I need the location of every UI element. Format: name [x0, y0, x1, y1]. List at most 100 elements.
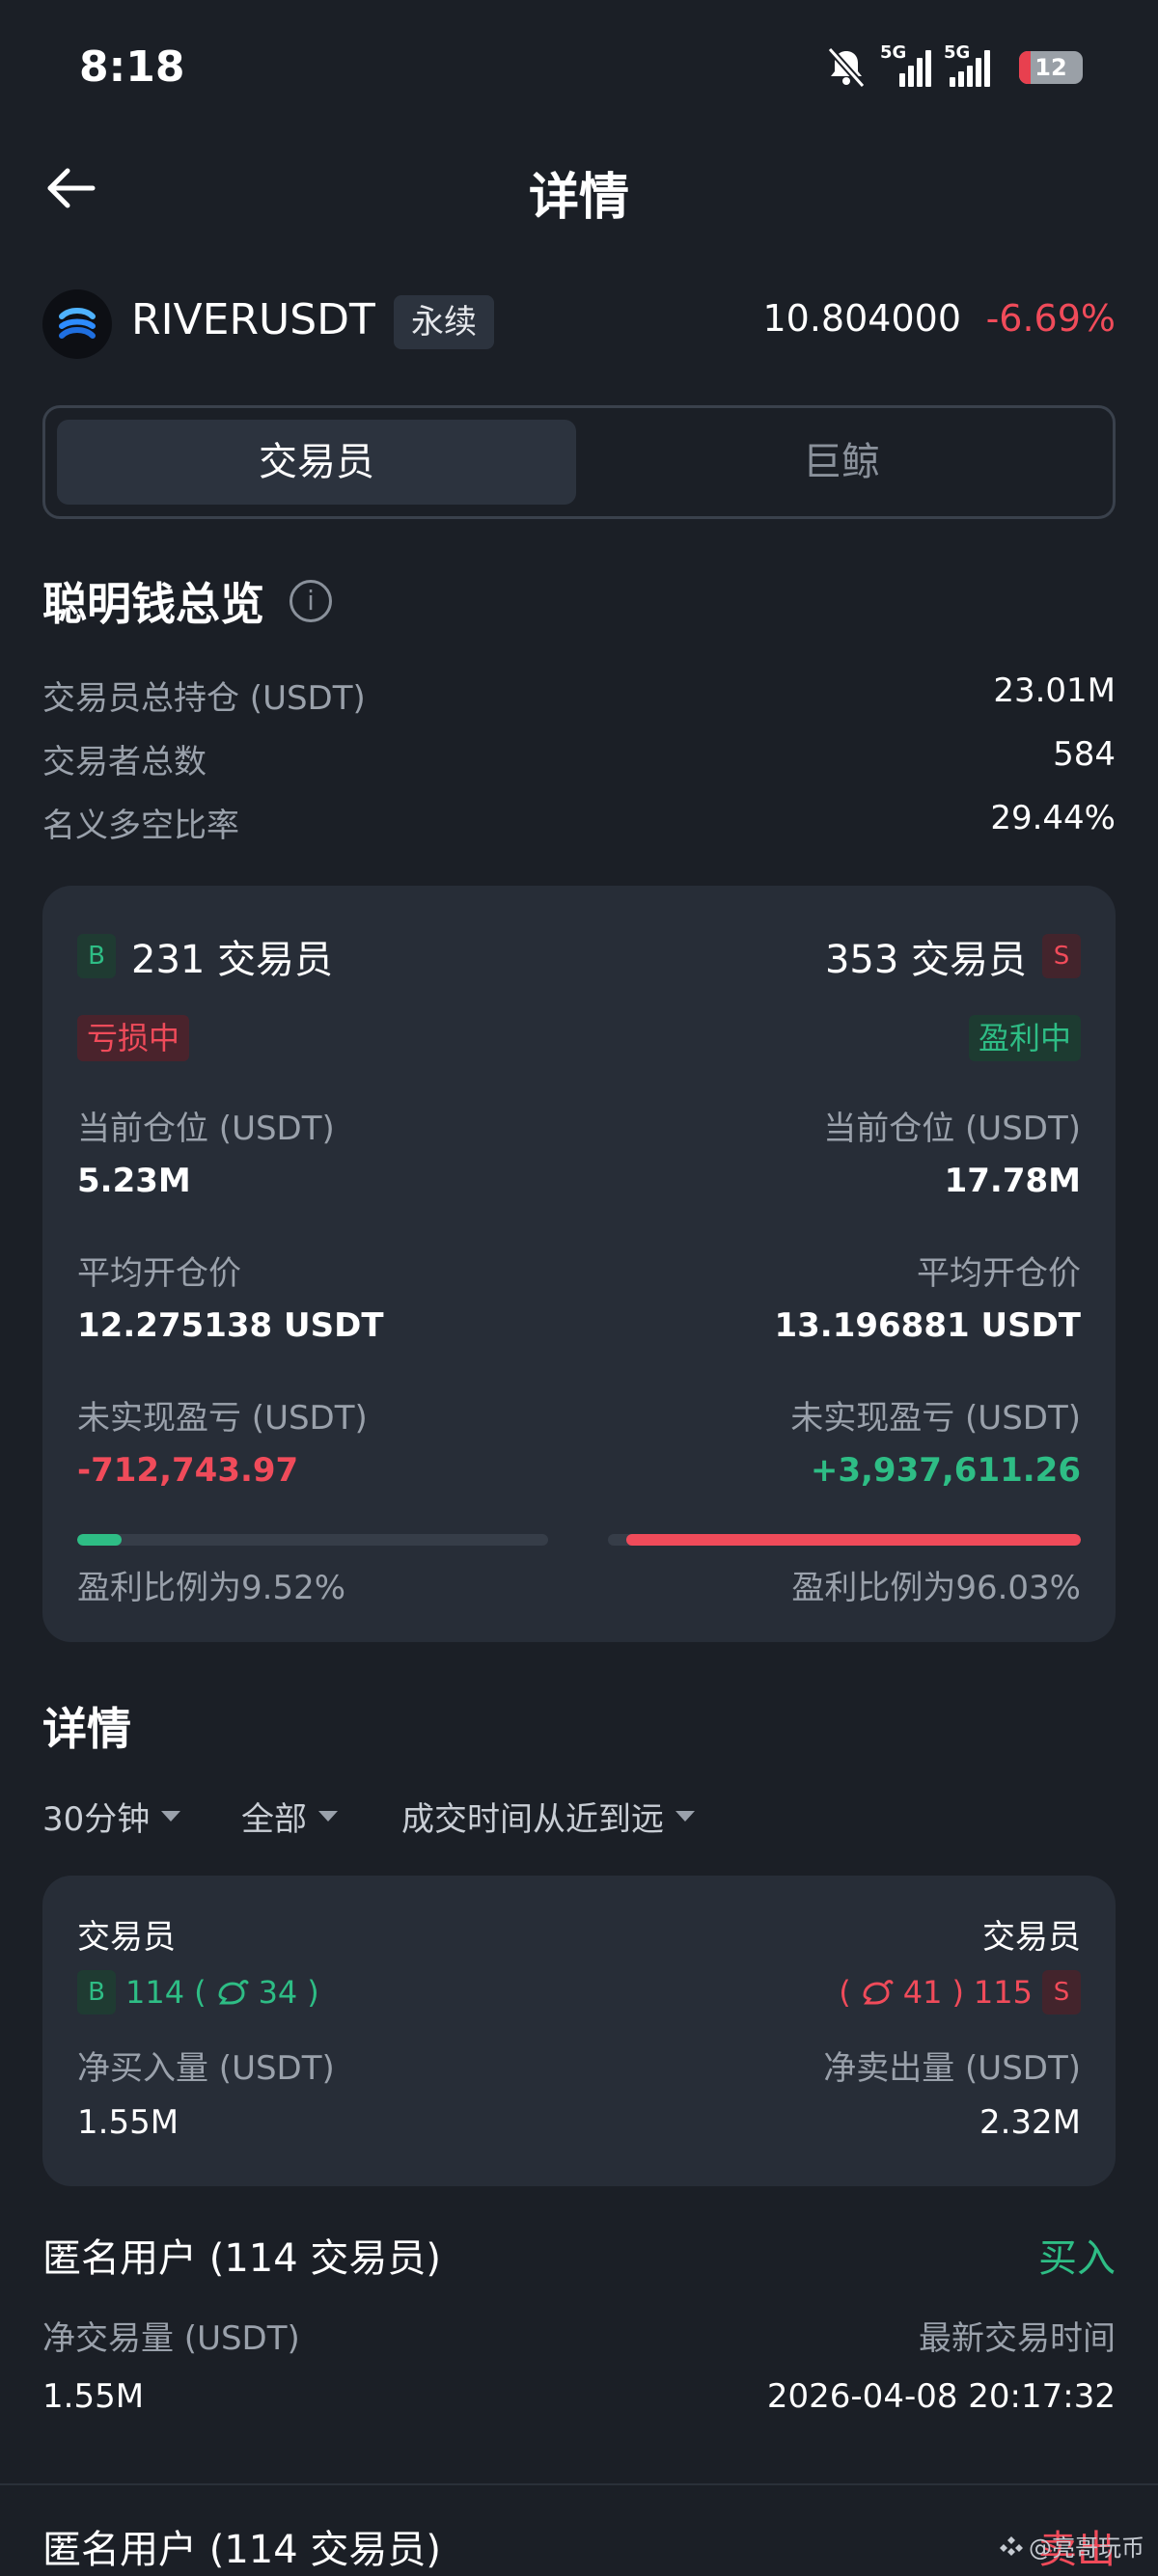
- header: 详情: [0, 145, 1158, 232]
- coin-logo-icon: [42, 289, 112, 359]
- long-position-value: 5.23M: [77, 1162, 191, 1200]
- buy-whale-count: 34: [258, 1974, 298, 2011]
- buy-side-title: 交易员: [77, 1918, 176, 1957]
- long-profit-ratio-text: 盈利比例为9.52%: [77, 1569, 346, 1607]
- net-sell-value: 2.32M: [979, 2103, 1081, 2142]
- trade-volume-label: 净交易量 (USDT): [42, 2319, 300, 2358]
- cellular-signal-1-icon: 5G: [880, 42, 932, 87]
- trade-volume-value: 1.55M: [42, 2377, 145, 2416]
- sort-filter[interactable]: 成交时间从近到远: [401, 1793, 695, 1840]
- short-position-value: 17.78M: [944, 1162, 1081, 1200]
- sell-pill: S: [1042, 1970, 1081, 2014]
- short-pnl-label: 未实现盈亏 (USDT): [790, 1399, 1081, 1438]
- buy-paren-open: (: [194, 1974, 207, 2011]
- trade-user: 匿名用户 (114 交易员): [42, 2236, 441, 2281]
- trader-filter-label: 全部: [241, 1800, 307, 1839]
- buy-trader-counts: B 114 ( 34 ): [77, 1970, 319, 2014]
- coin-info-row: RIVERUSDT 永续 10.804000 -6.69%: [42, 286, 1116, 359]
- signal-1-label: 5G: [880, 42, 907, 63]
- overview-row-total-position: 交易员总持仓 (USDT) 23.01M: [42, 671, 1116, 720]
- overview-label: 名义多空比率: [42, 807, 239, 845]
- chevron-down-icon: [676, 1811, 695, 1822]
- signal-2-label: 5G: [944, 42, 971, 63]
- sell-pill: S: [1042, 934, 1081, 978]
- page: 8:18 5G 5G 12 详情 RIVERUSDT 永续 10.804000 …: [0, 0, 1158, 2576]
- short-header: 353 交易员 S: [825, 928, 1081, 984]
- trade-time-value: 2026-04-08 20:17:32: [766, 2377, 1116, 2416]
- status-icons: 5G 5G 12: [824, 42, 1083, 91]
- sell-paren-open: (: [839, 1974, 851, 2011]
- long-pnl-value: -712,743.97: [77, 1451, 299, 1490]
- sell-paren-close: ): [951, 1974, 964, 2011]
- short-pnl-value: +3,937,611.26: [810, 1451, 1081, 1490]
- time-range-filter[interactable]: 30分钟: [42, 1793, 181, 1840]
- perpetual-tag: 永续: [394, 295, 494, 349]
- overview-value: 584: [1053, 735, 1116, 774]
- cellular-signal-2-icon: 5G: [944, 42, 1006, 87]
- short-trader-count: 353 交易员: [824, 938, 1027, 982]
- coin-change-percent: -6.69%: [985, 297, 1116, 340]
- long-profit-ratio-bar: [77, 1534, 548, 1546]
- net-buy-label: 净买入量 (USDT): [77, 2049, 335, 2088]
- details-summary-card: 交易员 交易员 B 114 ( 34 ) ( 41 ) 115 S 净买入量 (…: [42, 1876, 1116, 2186]
- watermark: @亮哥玩币: [1000, 2529, 1144, 2562]
- trade-side: 买入: [1038, 2236, 1116, 2281]
- status-bar: 8:18 5G 5G 12: [0, 0, 1158, 135]
- watermark-text: @亮哥玩币: [1029, 2535, 1144, 2562]
- overview-row-long-short-ratio: 名义多空比率 29.44%: [42, 799, 1116, 847]
- tab-traders[interactable]: 交易员: [57, 420, 576, 505]
- sort-filter-label: 成交时间从近到远: [401, 1800, 664, 1839]
- sell-whale-count: 41: [902, 1974, 943, 2011]
- whale-icon: [863, 1980, 894, 2005]
- net-sell-label: 净卖出量 (USDT): [823, 2049, 1081, 2088]
- overview-label: 交易员总持仓 (USDT): [42, 679, 366, 718]
- overview-label: 交易者总数: [42, 743, 207, 781]
- short-profit-ratio-bar: [608, 1534, 1081, 1546]
- sell-trader-count: 115: [973, 1974, 1033, 2011]
- info-icon[interactable]: i: [290, 580, 332, 622]
- sell-side-title: 交易员: [982, 1918, 1081, 1957]
- buy-trader-count: 114: [125, 1974, 185, 2011]
- long-header: B 231 交易员: [77, 928, 333, 984]
- trade-time-label: 最新交易时间: [919, 2319, 1116, 2358]
- trade-user: 匿名用户 (114 交易员): [42, 2528, 441, 2572]
- whale-icon: [218, 1980, 249, 2005]
- buy-pill: B: [77, 1970, 116, 2014]
- overview-value: 29.44%: [990, 799, 1116, 837]
- short-avg-price-value: 13.196881 USDT: [774, 1306, 1081, 1345]
- time-range-label: 30分钟: [42, 1800, 151, 1839]
- overview-value: 23.01M: [993, 671, 1116, 710]
- overview-row-trader-count: 交易者总数 584: [42, 735, 1116, 783]
- bell-muted-icon: [827, 46, 866, 89]
- buy-pill: B: [77, 934, 116, 978]
- list-divider: [0, 2483, 1158, 2485]
- long-status-badge: 亏损中: [77, 1015, 190, 1061]
- chevron-down-icon: [318, 1811, 338, 1822]
- battery-icon: 12: [1019, 51, 1083, 84]
- long-avg-price-value: 12.275138 USDT: [77, 1306, 384, 1345]
- long-trader-count: 231 交易员: [131, 938, 334, 982]
- overview-title: 聪明钱总览: [42, 578, 264, 630]
- short-status-badge: 盈利中: [968, 1015, 1081, 1061]
- page-title: 详情: [528, 169, 629, 227]
- tab-whales[interactable]: 巨鲸: [582, 420, 1101, 505]
- short-profit-ratio-fill: [626, 1534, 1081, 1546]
- short-avg-price-label: 平均开仓价: [917, 1254, 1081, 1293]
- short-profit-ratio-text: 盈利比例为96.03%: [791, 1569, 1081, 1607]
- net-buy-value: 1.55M: [77, 2103, 179, 2142]
- status-time: 8:18: [79, 42, 185, 92]
- trader-type-tabs: 交易员 巨鲸: [42, 405, 1116, 519]
- trader-filter[interactable]: 全部: [241, 1793, 338, 1840]
- long-short-summary-card: B 231 交易员 353 交易员 S 亏损中 盈利中 当前仓位 (USDT) …: [42, 886, 1116, 1642]
- coin-price: 10.804000: [762, 297, 962, 340]
- trade-list-item[interactable]: 匿名用户 (114 交易员) 买入 净交易量 (USDT) 最新交易时间 1.5…: [0, 2219, 1158, 2480]
- chevron-down-icon: [161, 1811, 181, 1822]
- buy-paren-close: ): [307, 1974, 319, 2011]
- diamond-logo-icon: [1000, 2535, 1023, 2556]
- trade-list-item[interactable]: 匿名用户 (114 交易员) 卖出: [0, 2514, 1158, 2576]
- short-position-label: 当前仓位 (USDT): [823, 1110, 1081, 1148]
- long-avg-price-label: 平均开仓价: [77, 1254, 241, 1293]
- battery-level: 12: [1034, 54, 1067, 81]
- long-profit-ratio-fill: [77, 1534, 123, 1546]
- sell-trader-counts: ( 41 ) 115 S: [839, 1970, 1081, 2014]
